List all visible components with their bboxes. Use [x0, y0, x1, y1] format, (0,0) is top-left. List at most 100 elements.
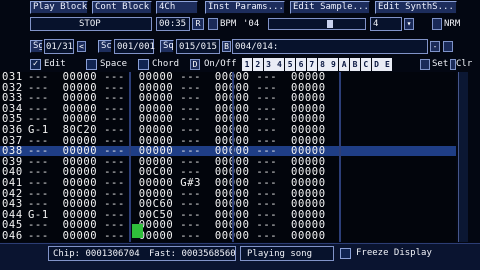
- onoff-label: On/Off: [204, 59, 237, 69]
- pattern-row[interactable]: --- 00000 --- 00000 --- 00000 --- 00000: [24, 230, 456, 242]
- track-toggle-b[interactable]: B: [350, 58, 360, 71]
- song-pos-box: 01/31: [44, 39, 74, 54]
- play-state: Playing song: [247, 249, 313, 259]
- pattern-row[interactable]: --- 00000 --- 00000 --- 00000 --- 00000: [24, 92, 456, 105]
- pattern-row-text: --- 00000 --- 00C00 --- 00000 --- 00000: [28, 166, 326, 179]
- num-arrow-button[interactable]: ▾: [404, 18, 414, 30]
- edit-synth-button[interactable]: Edit SynthS...: [375, 1, 457, 14]
- track-toggle-a[interactable]: A: [339, 58, 350, 71]
- track-toggle-5[interactable]: 5: [285, 58, 296, 71]
- track-toggle-9[interactable]: 9: [328, 58, 339, 71]
- freeze-display-checkbox[interactable]: [340, 248, 351, 259]
- bpm-label: BPM: [220, 19, 237, 29]
- chord-checkbox[interactable]: [138, 59, 149, 70]
- record-toggle[interactable]: R: [192, 18, 204, 30]
- block-name-field[interactable]: 004/014:: [232, 39, 428, 54]
- channels-button[interactable]: 4Ch: [156, 1, 198, 14]
- edit-label: Edit: [44, 59, 66, 69]
- d-button[interactable]: D: [190, 59, 200, 70]
- row-number: 035: [2, 113, 23, 126]
- track-toggle-2[interactable]: 2: [252, 58, 263, 71]
- time-display: 00:35: [159, 19, 187, 29]
- sequence-button[interactable]: Sq: [160, 40, 174, 53]
- block-num: 001/001: [117, 42, 155, 52]
- pattern-row-text: --- 00000 --- 00000 --- 00000 --- 00000: [28, 81, 326, 94]
- pattern-row-text: --- 00000 --- 00000 --- 00000 --- 00000: [28, 219, 326, 232]
- num-box: 4: [370, 17, 402, 31]
- nrm-switch[interactable]: [432, 18, 442, 30]
- block-minus-button[interactable]: -: [430, 41, 440, 52]
- pattern-row[interactable]: --- 00000 --- 00000 --- 00000 --- 00000: [24, 146, 456, 156]
- seq-pos: 015/015: [179, 42, 217, 52]
- row-number: 033: [2, 92, 23, 105]
- track-toggle-7[interactable]: 7: [306, 58, 317, 71]
- row-number: 043: [2, 198, 23, 211]
- track-toggle-8[interactable]: 8: [317, 58, 328, 71]
- pattern-scrollbar[interactable]: [458, 72, 468, 242]
- block-num-box: 001/001: [114, 39, 155, 54]
- bpm-value: '04: [243, 19, 260, 29]
- track-toggle-1[interactable]: 1: [242, 58, 252, 71]
- track-toggle-4[interactable]: 4: [274, 58, 285, 71]
- chip-memory: Chip: 0001306704: [53, 249, 140, 259]
- track-toggle-c[interactable]: C: [360, 58, 371, 71]
- pattern-editor[interactable]: --- 00000 --- 00000 --- 00000 --- 00000-…: [24, 72, 456, 242]
- inst-params-button[interactable]: Inst Params...: [205, 1, 285, 14]
- play-block-button[interactable]: Play Block: [30, 1, 88, 14]
- block-button[interactable]: B: [222, 41, 231, 52]
- song-prev-button[interactable]: <: [77, 41, 86, 52]
- pattern-row[interactable]: G-1 80C20 --- 00000 --- 00000 --- 00000: [24, 124, 456, 136]
- row-number: 032: [2, 81, 23, 94]
- clr-button[interactable]: Clr: [456, 58, 472, 70]
- edit-sample-button[interactable]: Edit Sample...: [290, 1, 370, 14]
- pattern-row-text: G-1 80C20 --- 00000 --- 00000 --- 00000: [28, 124, 326, 136]
- block-extra-button[interactable]: [443, 41, 453, 52]
- row-number: 041: [2, 177, 23, 189]
- pattern-row-text: --- 00000 --- 00000 --- 00000 --- 00000: [28, 230, 326, 242]
- track-toggle-6[interactable]: 6: [296, 58, 306, 71]
- pattern-row-text: --- 00000 --- 00C60 --- 00000 --- 00000: [28, 198, 326, 211]
- pattern-row[interactable]: --- 00000 --- 00C60 --- 00000 --- 00000: [24, 198, 456, 211]
- track-toggle-e[interactable]: E: [382, 58, 393, 71]
- set-label[interactable]: Set: [432, 58, 448, 70]
- row-number: 037: [2, 134, 23, 147]
- set-prev-button[interactable]: [420, 59, 430, 70]
- row-number: 039: [2, 155, 23, 168]
- fast-memory: Fast: 0003568560: [149, 249, 236, 259]
- row-number: 046: [2, 230, 23, 242]
- tempo-slider-knob[interactable]: [327, 20, 333, 28]
- row-number: 031: [2, 71, 23, 83]
- row-number: 036: [2, 124, 23, 136]
- row-number: 042: [2, 187, 23, 200]
- tempo-slider[interactable]: [268, 18, 366, 30]
- transport-status-box: STOP: [30, 17, 152, 31]
- play-state-box: Playing song: [240, 246, 334, 261]
- song-button[interactable]: Sg: [30, 40, 43, 53]
- space-label: Space: [100, 59, 128, 69]
- track-buttons: 123456789ABCDE: [242, 58, 394, 71]
- track-toggle-d[interactable]: D: [371, 58, 382, 71]
- time-box: 00:35: [156, 17, 190, 31]
- pattern-row-text: G-1 00000 --- 00C50 --- 00000 --- 00000: [28, 208, 326, 221]
- song-pos: 01/31: [46, 42, 74, 52]
- pattern-row-text: --- 00000 --- 00000 --- 00000 --- 00000: [28, 145, 326, 158]
- octamed-window: Play Block Cont Block 4Ch Inst Params...…: [0, 0, 480, 270]
- space-checkbox[interactable]: [86, 59, 97, 70]
- edit-checkbox[interactable]: ✓: [30, 59, 41, 70]
- pattern-row[interactable]: --- 00000 --- 00000 --- 00000 --- 00000: [24, 72, 456, 82]
- pattern-row[interactable]: --- 00000 --- 00000 G#3 00000 --- 00000: [24, 177, 456, 189]
- pattern-row-text: --- 00000 --- 00000 --- 00000 --- 00000: [28, 155, 326, 168]
- row-number: 038: [2, 145, 23, 158]
- pattern-row-text: --- 00000 --- 00000 --- 00000 --- 00000: [28, 92, 326, 105]
- num-display: 4: [373, 19, 379, 29]
- edit-cursor: [132, 224, 143, 238]
- channel-divider: [232, 72, 234, 242]
- pattern-row-text: --- 00000 --- 00000 --- 00000 --- 00000: [28, 113, 326, 126]
- freeze-display-label: Freeze Display: [356, 248, 432, 258]
- block-info: 004/014:: [235, 42, 279, 52]
- track-toggle-3[interactable]: 3: [263, 58, 274, 71]
- bpm-switch[interactable]: [208, 18, 218, 30]
- pattern-row-text: --- 00000 --- 00000 G#3 00000 --- 00000: [28, 177, 326, 189]
- cont-block-button[interactable]: Cont Block: [92, 1, 152, 14]
- section-button[interactable]: Sc: [98, 40, 112, 53]
